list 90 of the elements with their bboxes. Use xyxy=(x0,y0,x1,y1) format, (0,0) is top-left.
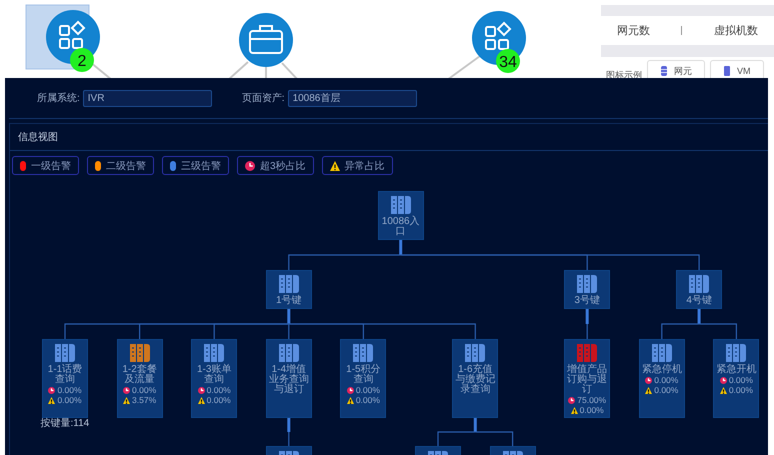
stat-value: 0.00% xyxy=(654,375,678,385)
warning-icon xyxy=(48,396,56,404)
stat-value: 75.00% xyxy=(577,395,606,405)
clock-icon xyxy=(720,376,727,384)
warning-icon xyxy=(720,386,727,394)
stat-value: 0.00% xyxy=(654,385,678,395)
node-label: 紧急开机 xyxy=(716,365,756,375)
input-field[interactable]: 10086首层 xyxy=(288,90,417,106)
connector-line xyxy=(437,431,476,446)
connector-line xyxy=(475,431,514,446)
link-line xyxy=(281,62,299,80)
tree-node[interactable]: 紧急开机 0.00% 0.00% xyxy=(713,339,760,418)
tree-node[interactable]: 1号键 xyxy=(266,270,312,309)
column-header: 虚拟机数 xyxy=(714,24,758,38)
legend-button[interactable]: 三级告警 xyxy=(162,156,229,175)
warning-icon xyxy=(645,386,652,394)
stat-value: 0.00% xyxy=(206,385,231,395)
stat-value: 0.00% xyxy=(580,405,604,415)
legend-button[interactable]: 二级告警 xyxy=(87,156,154,175)
tree-node[interactable]: 增值产品订购与退订 75.00% 0.00% xyxy=(564,339,610,418)
tree-node[interactable]: 1-1话费查询 0.00% 0.00% xyxy=(42,339,88,418)
node-note: 按键量:114 xyxy=(40,418,90,429)
tree-node[interactable]: 1-2套餐及流量 0.00% 3.57% xyxy=(116,339,163,418)
legend-button[interactable]: 一级告警 xyxy=(12,156,79,175)
warning-icon xyxy=(123,396,130,404)
connector-line xyxy=(586,323,588,339)
clock-icon xyxy=(568,396,576,404)
stat-value: 3.57% xyxy=(132,395,156,405)
count-badge: 2 xyxy=(70,48,94,72)
node-label: 增值产品订购与退订 xyxy=(566,365,608,395)
node-label: 1号键 xyxy=(276,296,302,306)
node-label: 10086入口 xyxy=(380,217,421,237)
legend-button[interactable]: 异常占比 xyxy=(322,156,393,175)
tree-node[interactable]: 10086入口 xyxy=(378,191,424,240)
field-label: 页面资产: xyxy=(242,92,285,105)
tree-node[interactable]: 1-6充值与缴费记录查询 xyxy=(452,339,498,418)
clock-icon xyxy=(198,386,205,394)
stat-value: 0.00% xyxy=(57,385,82,395)
node-label: 4号键 xyxy=(686,296,712,306)
column-header: 网元数 xyxy=(616,24,650,38)
link-line xyxy=(227,61,249,80)
clock-icon xyxy=(48,386,56,394)
node-label: 1-2套餐及流量 xyxy=(121,365,158,385)
connector-stem xyxy=(586,309,589,324)
count-badge: 34 xyxy=(496,49,520,73)
clock-icon xyxy=(245,160,255,170)
stat-value: 0.00% xyxy=(728,385,753,395)
link-line xyxy=(446,55,481,80)
legend-button[interactable]: 超3秒占比 xyxy=(237,156,314,175)
node-label: 1-4增值业务查询与退订 xyxy=(268,365,310,395)
tree-node[interactable]: 3号键 xyxy=(564,270,610,309)
input-field[interactable]: IVR xyxy=(82,90,212,106)
warning-icon xyxy=(330,160,340,170)
link-line xyxy=(265,67,267,80)
node-label: 1-3账单查询 xyxy=(196,365,232,385)
connector-stem xyxy=(399,240,402,255)
warning-icon xyxy=(198,396,205,404)
briefcase-node[interactable] xyxy=(239,13,293,67)
clock-icon xyxy=(346,386,354,394)
panel-title: 信息视图 xyxy=(10,124,768,151)
connector-stem xyxy=(287,418,290,432)
connector-line xyxy=(661,323,700,339)
connector-stem xyxy=(698,309,701,324)
tree-node[interactable]: 紧急停机 0.00% 0.00% xyxy=(638,339,685,418)
tree-node[interactable]: 4号键 xyxy=(676,270,722,309)
stat-value: 0.00% xyxy=(57,395,82,405)
tree-node[interactable]: 1-4增值业务查询与退订 xyxy=(266,339,312,418)
stat-value: 0.00% xyxy=(356,385,380,395)
node-label: 1-5积分查询 xyxy=(345,365,382,385)
connector-line xyxy=(288,431,290,446)
warning-icon xyxy=(570,406,578,414)
stat-value: 0.00% xyxy=(206,395,231,405)
database-icon xyxy=(660,66,668,76)
field-label: 所属系统: xyxy=(37,92,80,105)
clock-icon xyxy=(645,376,652,384)
node-label: 紧急停机 xyxy=(642,365,682,375)
clock-icon xyxy=(123,386,130,394)
node-label: 1-6充值与缴费记录查询 xyxy=(454,365,496,395)
stat-value: 0.00% xyxy=(728,375,753,385)
connector-stem xyxy=(474,418,477,432)
node-label: 3号键 xyxy=(574,296,600,306)
tree-node[interactable]: 1-5积分查询 0.00% 0.00% xyxy=(340,339,386,418)
node-label: 1-1话费查询 xyxy=(46,365,84,385)
connector-stem xyxy=(287,309,290,324)
stat-value: 0.00% xyxy=(356,395,380,405)
stat-value: 0.00% xyxy=(132,385,156,395)
connector-line xyxy=(699,323,737,339)
warning-icon xyxy=(346,396,354,404)
tree-node[interactable]: 1-3账单查询 0.00% 0.00% xyxy=(191,339,238,418)
file-icon xyxy=(723,66,731,76)
